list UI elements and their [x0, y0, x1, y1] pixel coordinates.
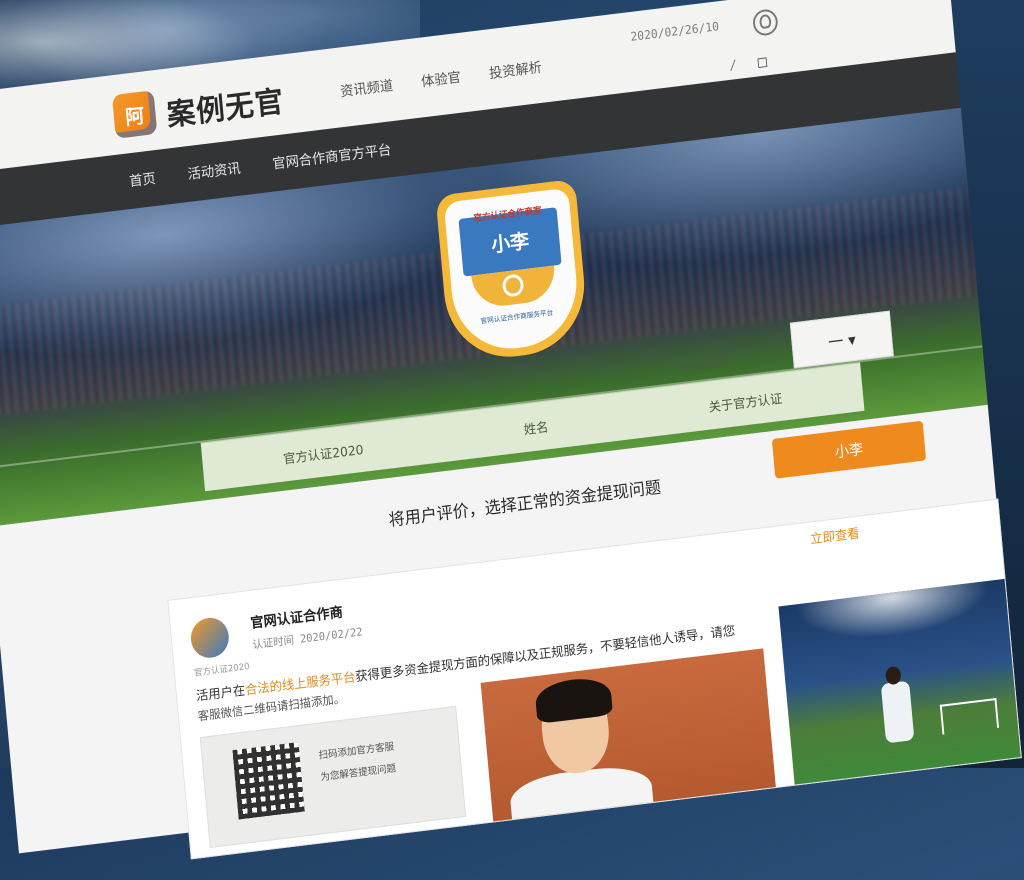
top-nav-item-news[interactable]: 资讯频道: [339, 75, 394, 101]
badge-inner: 官方认证合作商家 小李 官网认证合作商服务平台: [443, 187, 582, 356]
nav-item-events[interactable]: 活动资讯: [187, 158, 242, 184]
top-nav: 资讯频道 体验官 投资解析: [339, 57, 543, 101]
nav-item-platform[interactable]: 官网合作商官方平台: [272, 139, 392, 173]
top-nav-item-analysis[interactable]: 投资解析: [488, 57, 543, 83]
badge-bottom-text: 官网认证合作商服务平台: [480, 308, 554, 326]
tab-certified-2020[interactable]: 官方认证2020: [282, 439, 365, 467]
user-icon[interactable]: [751, 8, 779, 37]
qr-code-icon[interactable]: [232, 742, 305, 820]
nav-item-home[interactable]: 首页: [128, 168, 157, 191]
qr-caption: 扫码添加官方客服 为您解答提现问题: [318, 737, 397, 790]
stadium-photo[interactable]: [778, 578, 1021, 785]
post-card: 官网认证合作商 认证时间 2020/02/22 官方认证2020 立即查看 活用…: [167, 498, 1022, 860]
top-nav-item-experience[interactable]: 体验官: [420, 67, 462, 92]
post-tag: 官方认证2020: [193, 662, 251, 679]
person-photo[interactable]: [480, 648, 776, 822]
tab-name[interactable]: 姓名: [523, 416, 549, 438]
browser-screen: 阿 案例无官 资讯频道 体验官 投资解析 2020/02/26/10 ⁄ □ 首…: [0, 0, 1022, 860]
user-button[interactable]: 小李: [771, 420, 927, 479]
player-figure: [880, 680, 915, 744]
tab-about[interactable]: 关于官方认证: [708, 387, 783, 415]
goal-icon: [939, 697, 1000, 735]
qr-panel: 扫码添加官方客服 为您解答提现问题: [199, 705, 467, 849]
logo-mark: 阿: [124, 104, 146, 130]
comment-title: 将用户评价，选择正常的资金提现问题: [387, 477, 662, 531]
stadium-lights: [778, 578, 1010, 656]
view-more-link[interactable]: 立即查看: [809, 523, 860, 548]
header-date: 2020/02/26/10: [629, 19, 720, 44]
site-title[interactable]: 案例无官: [165, 77, 286, 135]
avatar[interactable]: [189, 615, 231, 660]
header-tools[interactable]: ⁄ □: [727, 51, 773, 76]
site-logo[interactable]: 阿: [111, 90, 158, 139]
